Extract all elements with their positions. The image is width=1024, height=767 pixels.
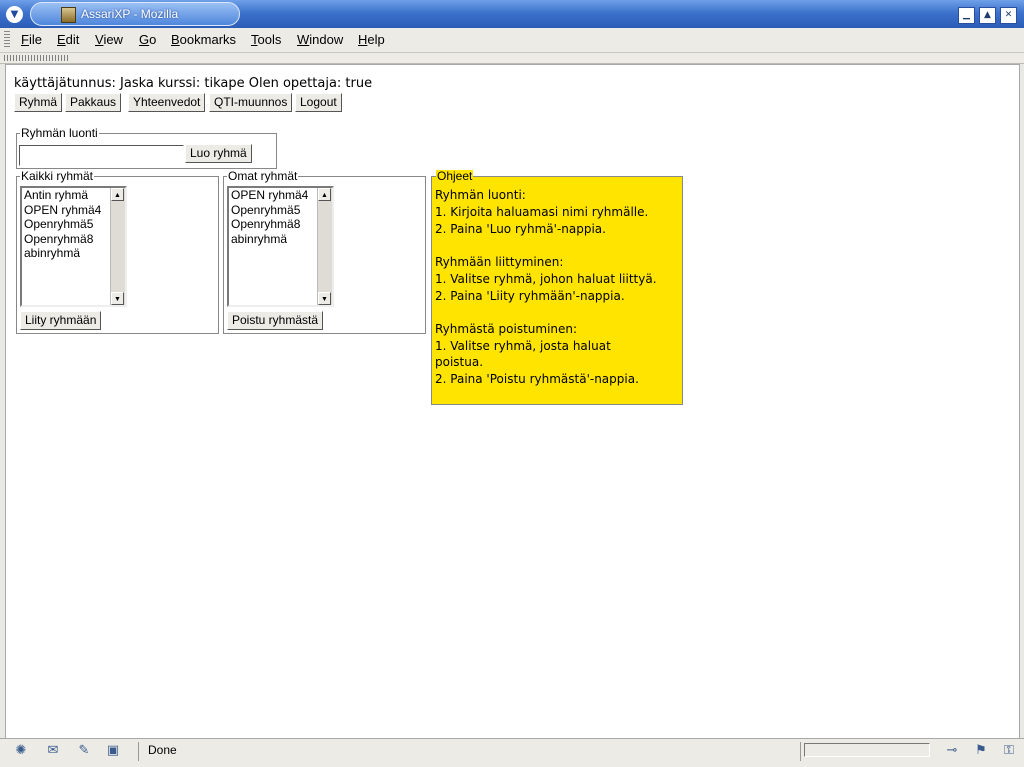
- user-info: käyttäjätunnus: Jaska kurssi: tikape Ole…: [14, 76, 373, 91]
- title-pill: AssariXP - Mozilla: [30, 2, 240, 26]
- menu-go[interactable]: Go: [139, 32, 156, 47]
- nav-ryhma-button[interactable]: Ryhmä: [14, 93, 63, 112]
- help-line: 1. Valitse ryhmä, johon haluat liittyä.: [435, 272, 657, 286]
- nav-qti-button[interactable]: QTI-muunnos: [209, 93, 293, 112]
- window-title: AssariXP - Mozilla: [81, 7, 179, 21]
- help-legend: Ohjeet: [436, 169, 474, 183]
- create-group-legend: Ryhmän luonti: [21, 126, 98, 140]
- menu-bookmarks[interactable]: Bookmarks: [171, 32, 236, 47]
- help-box: Ohjeet Ryhmän luonti: 1. Kirjoita haluam…: [431, 170, 683, 405]
- address-book-icon[interactable]: ▣: [104, 743, 122, 759]
- menu-help[interactable]: Help: [358, 32, 385, 47]
- all-groups-list[interactable]: Antin ryhmä OPEN ryhmä4 Openryhmä5 Openr…: [20, 186, 127, 307]
- online-status-icon[interactable]: ⊸: [940, 743, 964, 759]
- navigator-icon[interactable]: ✺: [12, 743, 30, 759]
- security-icon[interactable]: ⚑: [972, 743, 990, 759]
- help-line: Ryhmään liittyminen:: [435, 255, 564, 269]
- help-line: Ryhmän luonti:: [435, 188, 526, 202]
- own-groups-legend: Omat ryhmät: [228, 169, 298, 183]
- all-groups-scrollbar[interactable]: ▲ ▼: [110, 188, 125, 305]
- help-line: 2. Paina 'Poistu ryhmästä'-nappia.: [435, 372, 639, 386]
- scroll-up-icon[interactable]: ▲: [318, 188, 331, 201]
- menu-edit[interactable]: Edit: [57, 32, 79, 47]
- status-bar: ✺ ✉ ✎ ▣ Done ⊸ ⚑ ⚿: [0, 738, 1024, 767]
- own-groups-list[interactable]: OPEN ryhmä4 Openryhmä5 Openryhmä8 abinry…: [227, 186, 334, 307]
- menu-window[interactable]: Window: [297, 32, 343, 47]
- close-icon[interactable]: ✕: [1000, 7, 1017, 24]
- create-group-button[interactable]: Luo ryhmä: [185, 144, 252, 163]
- collapsed-toolbar[interactable]: [0, 53, 1024, 64]
- menu-bar: File Edit View Go Bookmarks Tools Window…: [0, 28, 1024, 53]
- help-line: 1. Valitse ryhmä, josta haluat: [435, 339, 611, 353]
- all-groups-legend: Kaikki ryhmät: [21, 169, 94, 183]
- join-group-button[interactable]: Liity ryhmään: [20, 311, 102, 330]
- maximize-icon[interactable]: ▲: [979, 7, 996, 24]
- composer-icon[interactable]: ✎: [75, 743, 93, 759]
- help-line: poistua.: [435, 355, 484, 369]
- leave-group-button[interactable]: Poistu ryhmästä: [227, 311, 324, 330]
- status-divider: [800, 742, 801, 761]
- menu-tools[interactable]: Tools: [251, 32, 281, 47]
- nav-yhteenvedot-button[interactable]: Yhteenvedot: [128, 93, 206, 112]
- help-line: 1. Kirjoita haluamasi nimi ryhmälle.: [435, 205, 649, 219]
- window-menu-icon[interactable]: ▼: [6, 6, 23, 23]
- help-line: Ryhmästä poistuminen:: [435, 322, 578, 336]
- lock-icon[interactable]: ⚿: [1000, 743, 1018, 759]
- group-name-input[interactable]: [19, 145, 184, 166]
- nav-pakkaus-button[interactable]: Pakkaus: [65, 93, 122, 112]
- status-divider: [138, 742, 139, 761]
- menubar-grip[interactable]: [4, 31, 10, 49]
- page-content: käyttäjätunnus: Jaska kurssi: tikape Ole…: [5, 64, 1020, 740]
- progress-bar: [804, 743, 930, 757]
- help-line: 2. Paina 'Liity ryhmään'-nappia.: [435, 289, 625, 303]
- own-groups-scrollbar[interactable]: ▲ ▼: [317, 188, 332, 305]
- toolbar-grip[interactable]: [4, 55, 70, 61]
- nav-logout-button[interactable]: Logout: [295, 93, 342, 112]
- scroll-down-icon[interactable]: ▼: [318, 292, 331, 305]
- app-icon: [61, 7, 76, 23]
- menu-view[interactable]: View: [95, 32, 123, 47]
- scroll-down-icon[interactable]: ▼: [111, 292, 124, 305]
- minimize-icon[interactable]: ▁: [958, 7, 975, 24]
- help-line: 2. Paina 'Luo ryhmä'-nappia.: [435, 222, 606, 236]
- status-text: Done: [148, 743, 177, 757]
- scroll-up-icon[interactable]: ▲: [111, 188, 124, 201]
- mail-icon[interactable]: ✉: [44, 743, 62, 759]
- menu-file[interactable]: File: [21, 32, 42, 47]
- window-title-bar[interactable]: ▼ AssariXP - Mozilla ▁ ▲ ✕: [0, 0, 1024, 28]
